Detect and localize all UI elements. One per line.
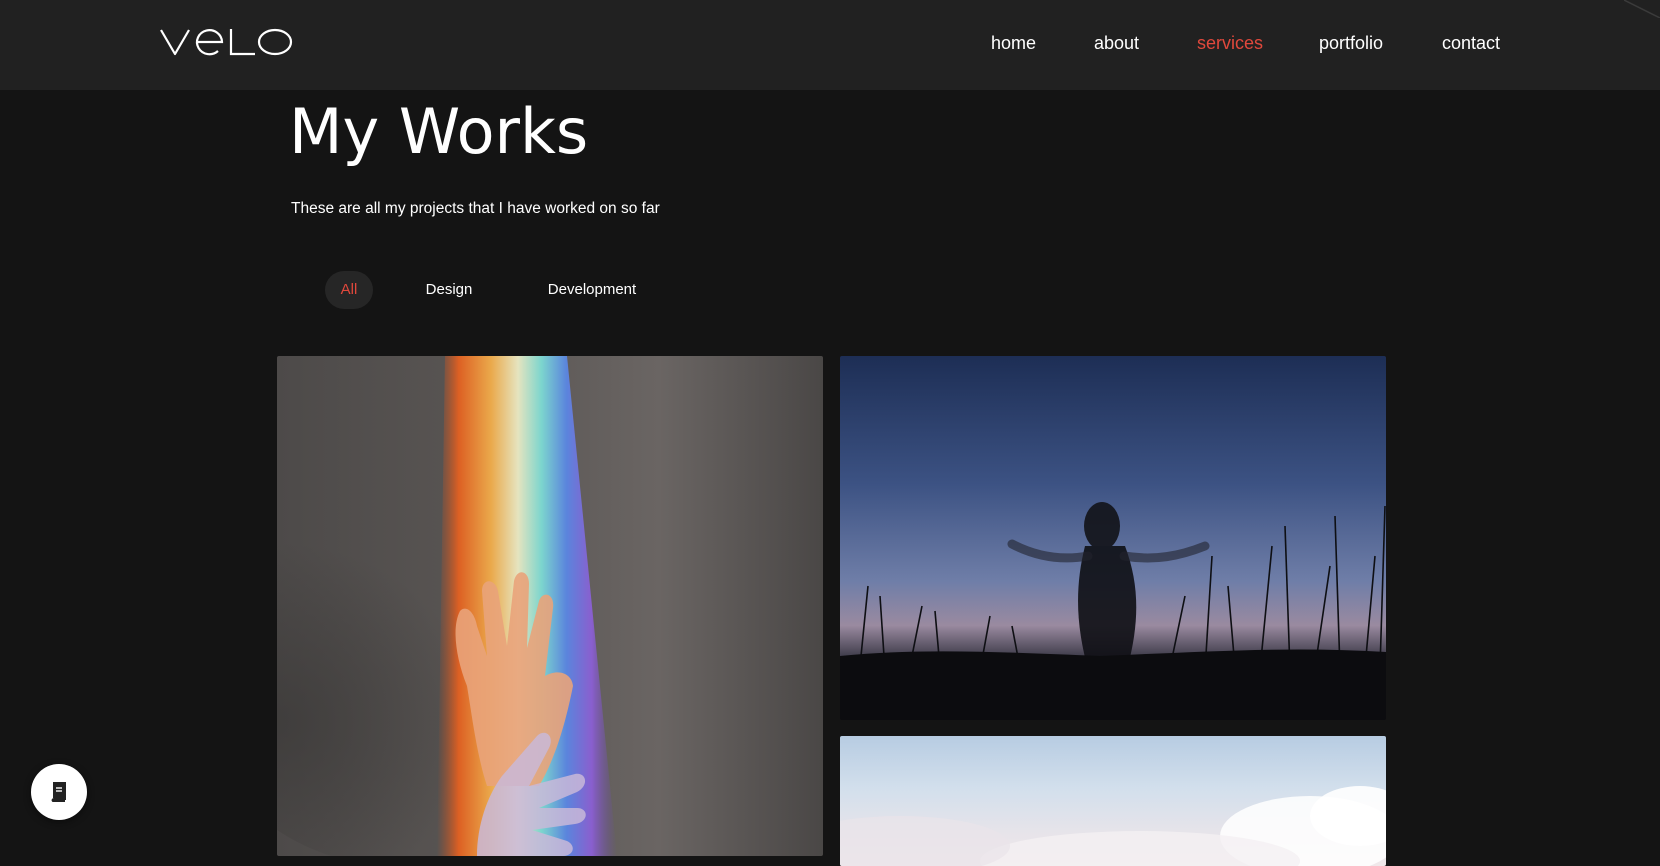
corner-decoration xyxy=(1624,0,1660,18)
rainbow-hands-image[interactable] xyxy=(277,356,823,856)
filter-design[interactable]: Design xyxy=(414,271,484,309)
nav-services[interactable]: services xyxy=(1197,31,1263,55)
nav-about[interactable]: about xyxy=(1094,31,1139,55)
site-logo[interactable] xyxy=(158,18,294,58)
nav-home[interactable]: home xyxy=(991,31,1036,55)
site-header: home about services portfolio contact xyxy=(0,0,1660,90)
sky-silhouette-image[interactable] xyxy=(840,356,1386,720)
clouds-image[interactable] xyxy=(840,736,1386,866)
help-book-button[interactable] xyxy=(31,764,87,820)
filter-development[interactable]: Development xyxy=(527,271,657,309)
page-title: My Works xyxy=(289,95,589,168)
nav-portfolio[interactable]: portfolio xyxy=(1319,31,1383,55)
filter-all[interactable]: All xyxy=(325,271,373,309)
page-subtitle: These are all my projects that I have wo… xyxy=(291,200,660,217)
nav-contact[interactable]: contact xyxy=(1442,31,1500,55)
